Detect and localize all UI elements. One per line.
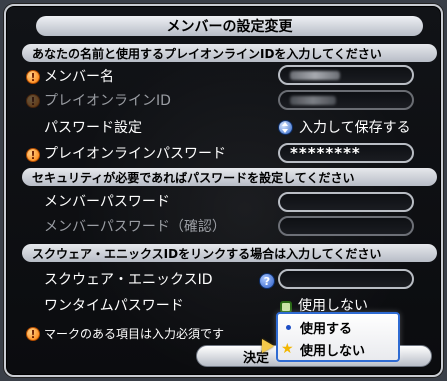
required-note: マークのある項目は入力必須です — [44, 327, 225, 341]
star-icon: ★ — [281, 341, 294, 357]
password-setting-label: パスワード設定 — [44, 120, 142, 136]
member-password-confirm-label: メンバーパスワード（確認） — [44, 219, 226, 235]
password-mask: ******** — [290, 144, 361, 162]
member-password-input[interactable] — [278, 192, 414, 212]
section-header-square-enix: スクウェア・エニックスIDをリンクする場合は入力してください — [22, 244, 437, 262]
playonline-id-input — [278, 90, 414, 110]
member-name-input[interactable] — [278, 65, 414, 85]
dropdown-option-label: 使用しない — [300, 343, 366, 359]
dropdown-option-use[interactable]: 使用する — [278, 317, 398, 337]
dropdown-option-not-use[interactable]: ★ 使用しない — [278, 339, 398, 359]
dialog-title: メンバーの設定変更 — [36, 16, 423, 36]
required-exclamation-icon: ! — [26, 70, 40, 84]
member-password-confirm-input — [278, 216, 414, 236]
one-time-password-label: ワンタイムパスワード — [44, 298, 184, 314]
square-enix-id-label: スクウェア・エニックスID — [44, 272, 213, 288]
pointer-hand-icon — [262, 339, 274, 353]
member-password-label: メンバーパスワード — [44, 194, 170, 210]
required-exclamation-icon: ! — [26, 327, 40, 341]
member-name-label: メンバー名 — [44, 69, 114, 85]
required-exclamation-icon: ! — [26, 148, 40, 162]
question-icon[interactable]: ? — [259, 273, 275, 289]
dropdown-option-label: 使用する — [300, 321, 353, 337]
password-setting-value[interactable]: 入力して保存する — [299, 120, 411, 136]
one-time-password-dropdown[interactable]: 使用する ★ 使用しない — [276, 312, 400, 362]
up-down-icon — [278, 120, 293, 135]
playonline-password-label: プレイオンラインパスワード — [44, 146, 226, 162]
square-enix-id-input[interactable] — [278, 269, 414, 289]
playonline-id-label: プレイオンラインID — [44, 93, 171, 109]
bullet-icon — [286, 324, 291, 330]
required-exclamation-icon-dim: ! — [26, 94, 40, 108]
section-header-security: セキュリティが必要であればパスワードを設定してください — [22, 168, 437, 186]
playonline-password-input[interactable]: ******** — [278, 143, 414, 163]
section-header-name-id: あなたの名前と使用するプレイオンラインIDを入力してください — [22, 44, 437, 62]
